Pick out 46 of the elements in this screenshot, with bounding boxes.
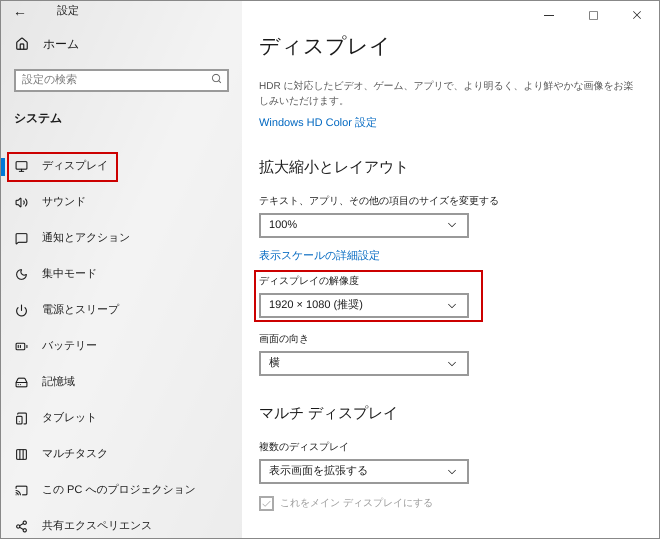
columns-icon [15, 448, 28, 461]
speaker-icon [15, 196, 28, 209]
hdr-description: HDR に対応したビデオ、ゲーム、アプリで、より明るく、より鮮やかな画像をお楽しみいただけます。 [259, 80, 634, 109]
checkbox-label: これをメイン ディスプレイにする [280, 496, 433, 511]
search-field[interactable]: 設定の検索 [14, 68, 229, 92]
scale-settings-link[interactable]: 表示スケールの詳細設定 [259, 248, 659, 264]
sidebar-item[interactable]: サウンド [7, 188, 94, 218]
minimize-icon [544, 14, 554, 16]
dropdown[interactable]: 横 [259, 351, 469, 376]
back-button[interactable]: ← [13, 1, 27, 22]
sidebar-item[interactable]: 記憶域 [7, 368, 83, 398]
sidebar-item[interactable]: マルチタスク [7, 440, 116, 470]
field-label: ディスプレイの解像度 [259, 274, 359, 289]
monitor-icon [15, 160, 28, 173]
drive-icon [15, 376, 28, 389]
tablet-icon [15, 412, 28, 425]
sidebar-item[interactable]: タブレット [7, 404, 105, 434]
moon-icon [15, 268, 28, 281]
search-icon [211, 73, 222, 84]
section-heading: システム [13, 110, 63, 126]
sidebar-item[interactable]: 共有エクスペリエンス [7, 512, 160, 538]
home-link[interactable]: ホーム [1, 35, 242, 53]
hdr-settings-link[interactable]: Windows HD Color 設定 [259, 115, 659, 132]
sidebar-item[interactable]: ディスプレイ [7, 152, 118, 182]
battery-icon [15, 340, 28, 353]
window-title: 設定 [57, 4, 79, 20]
field-label: 複数のディスプレイ [259, 440, 349, 455]
home-icon [15, 37, 29, 51]
maximize-icon [588, 10, 598, 20]
power-icon [15, 304, 28, 317]
section-heading: マルチ ディスプレイ [259, 404, 400, 424]
sidebar-item[interactable]: 電源とスリープ [7, 296, 127, 326]
sidebar-item[interactable]: 集中モード [7, 260, 105, 290]
dropdown[interactable]: 表示画面を拡張する [259, 459, 469, 484]
field-label: 画面の向き [259, 333, 309, 347]
dropdown[interactable]: 100% [259, 212, 469, 238]
dropdown[interactable]: 1920 × 1080 (推奨) [259, 293, 469, 318]
section-heading: 拡大縮小とレイアウト [259, 158, 410, 178]
share-icon [15, 520, 28, 533]
sidebar-item[interactable]: 通知とアクション [7, 224, 138, 254]
message-icon [15, 232, 28, 245]
sidebar-item[interactable]: バッテリー [7, 332, 105, 362]
page-title: ディスプレイ [259, 34, 392, 60]
sidebar-item[interactable]: この PC へのプロジェクション [7, 476, 204, 506]
field-label: テキスト、アプリ、その他の項目のサイズを変更する [259, 194, 499, 208]
screen-icon [15, 484, 28, 497]
